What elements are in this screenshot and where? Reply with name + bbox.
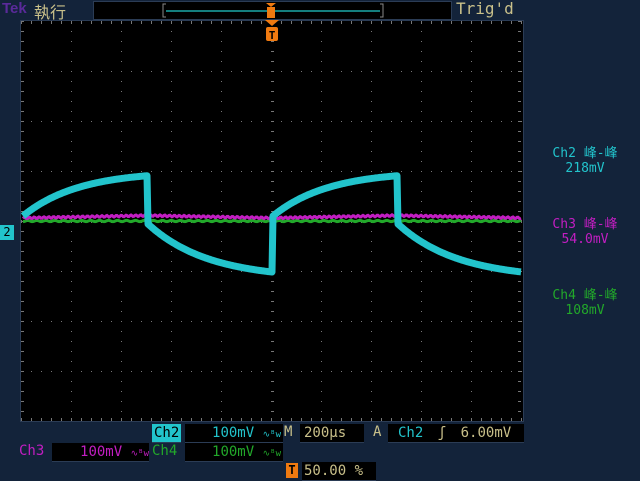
measurement-value: 108mV	[565, 303, 605, 318]
measurement-label: Ch4 峰-峰	[552, 288, 618, 303]
trigger-marker-icon[interactable]: T	[265, 20, 279, 46]
timebase-label: M	[284, 424, 293, 440]
timebase-value[interactable]: 200µs	[300, 424, 364, 443]
trigger-source: Ch2	[398, 425, 424, 441]
scale-value: 100mV	[80, 444, 123, 460]
measurement-ch2: Ch2 峰-峰 218mV	[530, 142, 640, 176]
ch4-scale[interactable]: 100mV ∿ᴮw	[185, 443, 283, 462]
tek-logo: Tek	[2, 0, 27, 17]
bandwidth-limit-icon: ∿ᴮw	[130, 449, 149, 459]
trigger-position-icon	[266, 3, 276, 18]
measurement-label: Ch3 峰-峰	[552, 217, 618, 232]
trigger-position[interactable]: 50.00 %	[302, 462, 376, 481]
measurement-value: 54.0mV	[561, 232, 609, 247]
ch3-scale[interactable]: 100mV ∿ᴮw	[52, 443, 149, 462]
trigger-mode: A	[373, 424, 382, 440]
trigger-position-icon: T	[286, 463, 298, 478]
svg-text:T: T	[269, 29, 276, 42]
trigger-readout[interactable]: Ch2 ʃ 6.00mV	[388, 424, 524, 443]
ch3-label[interactable]: Ch3	[19, 443, 44, 459]
scale-value: 100mV	[212, 444, 255, 460]
rising-edge-icon: ʃ	[437, 425, 447, 441]
ch2-trace	[20, 172, 524, 276]
trigger-level: 6.00mV	[460, 425, 512, 441]
bandwidth-limit-icon: ∿ᴮw	[262, 430, 281, 440]
bandwidth-limit-icon: ∿ᴮw	[262, 449, 281, 459]
ch2-label[interactable]: Ch2	[152, 424, 182, 443]
ch2-ground-marker[interactable]: 2	[0, 225, 14, 240]
ch4-label[interactable]: Ch4	[152, 443, 177, 459]
waveform-display[interactable]	[20, 20, 524, 422]
record-overview[interactable]	[93, 1, 452, 20]
measurement-value: 218mV	[565, 161, 605, 176]
measurement-ch3: Ch3 峰-峰 54.0mV	[530, 213, 640, 247]
scale-value: 100mV	[212, 425, 255, 441]
measurement-ch4: Ch4 峰-峰 108mV	[530, 284, 640, 318]
trigger-status: Trig'd	[456, 0, 514, 18]
ch2-scale[interactable]: 100mV ∿ᴮw	[185, 424, 283, 443]
measurement-label: Ch2 峰-峰	[552, 146, 618, 161]
